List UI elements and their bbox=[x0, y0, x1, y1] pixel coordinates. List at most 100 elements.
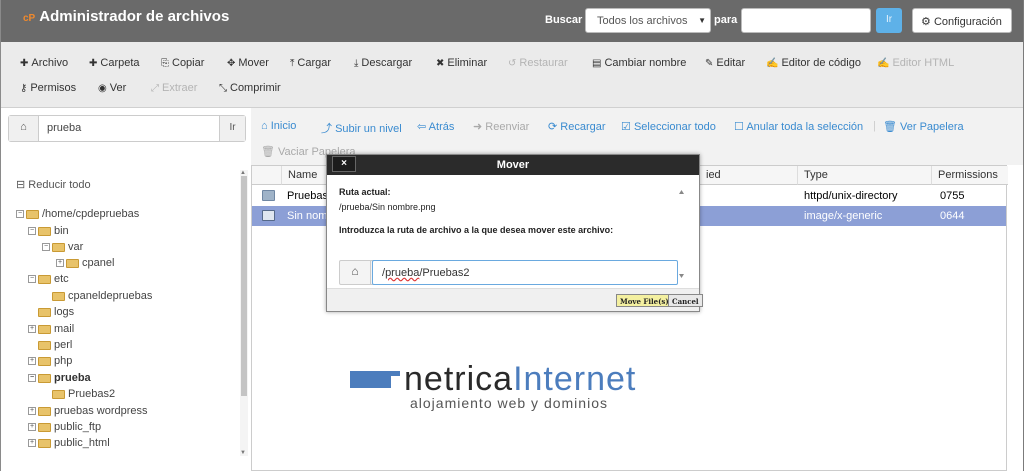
logo-bar-icon bbox=[350, 371, 400, 388]
compress-button[interactable]: ⤡ Comprimir bbox=[219, 82, 281, 94]
tree-node-etc[interactable]: − etc bbox=[28, 273, 69, 288]
collapse-toggle-icon[interactable]: − bbox=[42, 243, 50, 252]
copy-button[interactable]: ⎘ Copiar bbox=[161, 57, 204, 69]
collapse-all-link[interactable]: ⊟ Reducir todo bbox=[16, 178, 91, 191]
move-label: Mover bbox=[238, 57, 269, 69]
collapse-toggle-icon[interactable]: − bbox=[28, 227, 36, 236]
tree-node-public-ftp[interactable]: + public_ftp bbox=[28, 421, 101, 436]
plus-icon: ✚ bbox=[89, 58, 98, 69]
path-input[interactable]: prueba bbox=[47, 122, 81, 134]
unselect-all-link[interactable]: ☐ Anular toda la selección bbox=[734, 120, 863, 133]
expand-toggle-icon[interactable]: + bbox=[56, 259, 64, 268]
permissions-label: Permisos bbox=[30, 82, 77, 94]
current-path-label: Ruta actual: bbox=[339, 187, 391, 197]
upload-label: Cargar bbox=[297, 57, 332, 69]
logo-name-dark: netrica bbox=[404, 360, 514, 398]
tree-node-pruebas-wordpress[interactable]: + pruebas wordpress bbox=[28, 405, 148, 420]
tree-node-public-html[interactable]: + public_html bbox=[28, 437, 110, 452]
collapse-toggle-icon[interactable]: − bbox=[28, 275, 36, 284]
permissions-button[interactable]: ⚷ Permisos bbox=[20, 82, 76, 94]
download-button[interactable]: ⤓ Descargar bbox=[354, 57, 412, 69]
rename-button[interactable]: ▤ Cambiar nombre bbox=[592, 57, 686, 69]
tree-node-cpaneldepruebas[interactable]: cpaneldepruebas bbox=[52, 290, 152, 305]
code-editor-button[interactable]: ✍ Editor de código bbox=[766, 57, 861, 69]
search-scope-select[interactable]: Todos los archivos ▼ bbox=[585, 8, 711, 33]
collapse-toggle-icon[interactable]: − bbox=[28, 374, 36, 383]
edit-button[interactable]: ✎ Editar bbox=[705, 57, 745, 69]
tree-scrollbar[interactable]: ▲ ▼ bbox=[240, 170, 248, 456]
tree-node-label: pruebas wordpress bbox=[54, 405, 148, 417]
up-level-link[interactable]: ⤴ Subir un nivel bbox=[321, 120, 402, 136]
tree-node-home[interactable]: − /home/cpdepruebas bbox=[16, 208, 139, 223]
search-go-button[interactable]: Ir bbox=[876, 8, 902, 33]
scroll-down-arrow-icon[interactable]: ▼ bbox=[240, 450, 246, 456]
tree-node-perl[interactable]: perl bbox=[38, 339, 72, 354]
dialog-titlebar: × Mover bbox=[327, 155, 699, 175]
dialog-title: Mover bbox=[496, 159, 530, 171]
tree-node-bin[interactable]: − bin bbox=[28, 225, 69, 240]
html-editor-button[interactable]: ✍ Editor HTML bbox=[877, 57, 954, 69]
upload-button[interactable]: ⤒ Cargar bbox=[290, 57, 331, 69]
forward-link[interactable]: ➜ Reenviar bbox=[473, 120, 529, 133]
select-all-link[interactable]: ☑ Seleccionar todo bbox=[621, 120, 716, 133]
upload-icon: ⤒ bbox=[290, 58, 295, 69]
extract-button[interactable]: ⤢ Extraer bbox=[151, 82, 197, 94]
settings-button[interactable]: ⚙ Configuración bbox=[912, 8, 1012, 33]
new-file-button[interactable]: ✚ Archivo bbox=[20, 57, 68, 69]
logo-bar-notch bbox=[391, 376, 400, 388]
tree-node-label: cpanel bbox=[82, 257, 115, 269]
destination-path-input[interactable]: /prueba/Pruebas2 bbox=[372, 260, 678, 285]
view-trash-link[interactable]: 🗑 Ver Papelera bbox=[883, 120, 964, 133]
restore-button[interactable]: ↺ Restaurar bbox=[508, 57, 568, 69]
tree-node-var[interactable]: − var bbox=[42, 241, 83, 256]
new-file-label: Archivo bbox=[31, 57, 69, 69]
path-go-button[interactable]: Ir bbox=[219, 116, 245, 141]
path-spellcheck-word: prueba bbox=[385, 267, 420, 279]
tree-node-php[interactable]: + php bbox=[28, 355, 72, 370]
tree-node-label: var bbox=[68, 241, 84, 253]
brand-watermark-logo: netricaInternet alojamiento web y domini… bbox=[344, 351, 701, 420]
column-header-modified[interactable]: ied bbox=[700, 166, 798, 185]
tree-node-cpanel[interactable]: + cpanel bbox=[56, 257, 114, 272]
dialog-scrollbar[interactable] bbox=[677, 188, 686, 280]
view-button[interactable]: ◉ Ver bbox=[98, 82, 126, 94]
collapse-toggle-icon[interactable]: − bbox=[16, 210, 24, 219]
home-nav-link[interactable]: ⌂ Inicio bbox=[261, 120, 296, 132]
column-header-permissions[interactable]: Permissions bbox=[932, 166, 1008, 185]
move-button[interactable]: ✥ Mover bbox=[227, 57, 269, 69]
search-label: Buscar bbox=[545, 14, 583, 26]
trash-icon: 🗑 bbox=[261, 146, 275, 158]
close-icon[interactable]: × bbox=[332, 156, 356, 172]
folder-open-icon bbox=[52, 242, 65, 252]
home-icon[interactable]: ⌂ bbox=[9, 116, 39, 141]
edit-square-icon: ✍ bbox=[877, 58, 890, 69]
scrollbar-thumb[interactable] bbox=[241, 176, 247, 396]
expand-toggle-icon[interactable]: + bbox=[28, 439, 36, 448]
search-input[interactable] bbox=[741, 8, 871, 33]
tree-node-pruebas2[interactable]: Pruebas2 bbox=[52, 388, 115, 403]
expand-toggle-icon[interactable]: + bbox=[28, 325, 36, 334]
delete-label: Eliminar bbox=[447, 57, 488, 69]
back-link[interactable]: ⇦ Atrás bbox=[417, 120, 454, 133]
back-label: Atrás bbox=[428, 121, 455, 133]
delete-button[interactable]: ✖ Eliminar bbox=[436, 57, 487, 69]
tree-node-mail[interactable]: + mail bbox=[28, 323, 74, 338]
path-navigator: ⌂ prueba Ir bbox=[8, 115, 246, 142]
expand-toggle-icon[interactable]: + bbox=[28, 423, 36, 432]
cancel-button[interactable]: Cancel bbox=[668, 294, 703, 307]
logo-name-blue: Internet bbox=[513, 360, 637, 398]
folder-icon bbox=[38, 438, 51, 448]
tree-node-prueba[interactable]: − prueba bbox=[28, 372, 91, 387]
new-folder-label: Carpeta bbox=[100, 57, 140, 69]
tree-node-logs[interactable]: logs bbox=[38, 306, 74, 321]
search-scope-value: Todos los archivos bbox=[597, 15, 688, 27]
expand-toggle-icon[interactable]: + bbox=[28, 357, 36, 366]
reload-label: Recargar bbox=[560, 121, 606, 133]
tree-node-label: mail bbox=[54, 323, 75, 335]
folder-open-icon bbox=[38, 373, 51, 383]
expand-toggle-icon[interactable]: + bbox=[28, 407, 36, 416]
column-header-type[interactable]: Type bbox=[798, 166, 932, 185]
reload-link[interactable]: ⟳ Recargar bbox=[548, 120, 606, 133]
move-files-button[interactable]: Move File(s) bbox=[616, 294, 673, 307]
new-folder-button[interactable]: ✚ Carpeta bbox=[89, 57, 140, 69]
